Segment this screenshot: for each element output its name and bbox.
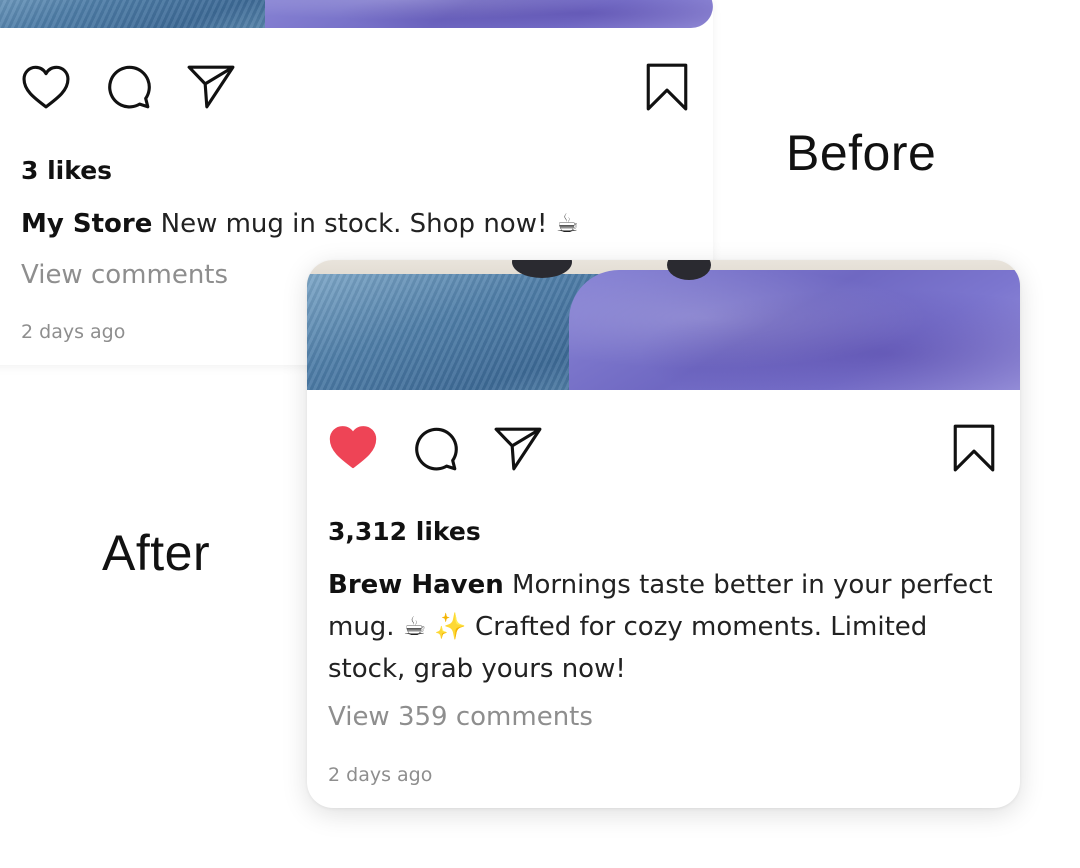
after-post-card: 3,312 likes Brew Haven Mornings taste be…	[307, 260, 1020, 808]
username[interactable]: Brew Haven	[328, 570, 504, 600]
comment-icon[interactable]	[410, 424, 460, 474]
post-timestamp: 2 days ago	[21, 321, 126, 343]
bookmark-icon[interactable]	[951, 423, 997, 473]
username[interactable]: My Store	[21, 209, 152, 239]
post-photo	[307, 260, 1020, 390]
post-timestamp: 2 days ago	[328, 764, 433, 786]
post-caption: My Store New mug in stock. Shop now! ☕	[21, 203, 681, 245]
paper-plane-icon[interactable]	[186, 64, 236, 110]
heart-icon[interactable]	[20, 64, 72, 110]
paper-plane-icon[interactable]	[493, 426, 543, 472]
post-caption: Brew Haven Mornings taste better in your…	[328, 564, 993, 690]
heart-icon[interactable]	[327, 424, 379, 470]
likes-count[interactable]: 3,312 likes	[328, 517, 481, 546]
comment-icon[interactable]	[103, 62, 153, 112]
caption-text: New mug in stock. Shop now! ☕	[160, 209, 579, 239]
view-comments-link[interactable]: View 359 comments	[328, 702, 593, 732]
post-photo	[0, 0, 713, 28]
view-comments-link[interactable]: View comments	[21, 260, 228, 290]
bookmark-icon[interactable]	[644, 62, 690, 112]
before-label: Before	[786, 125, 937, 181]
likes-count[interactable]: 3 likes	[21, 156, 112, 185]
after-label: After	[102, 525, 211, 581]
